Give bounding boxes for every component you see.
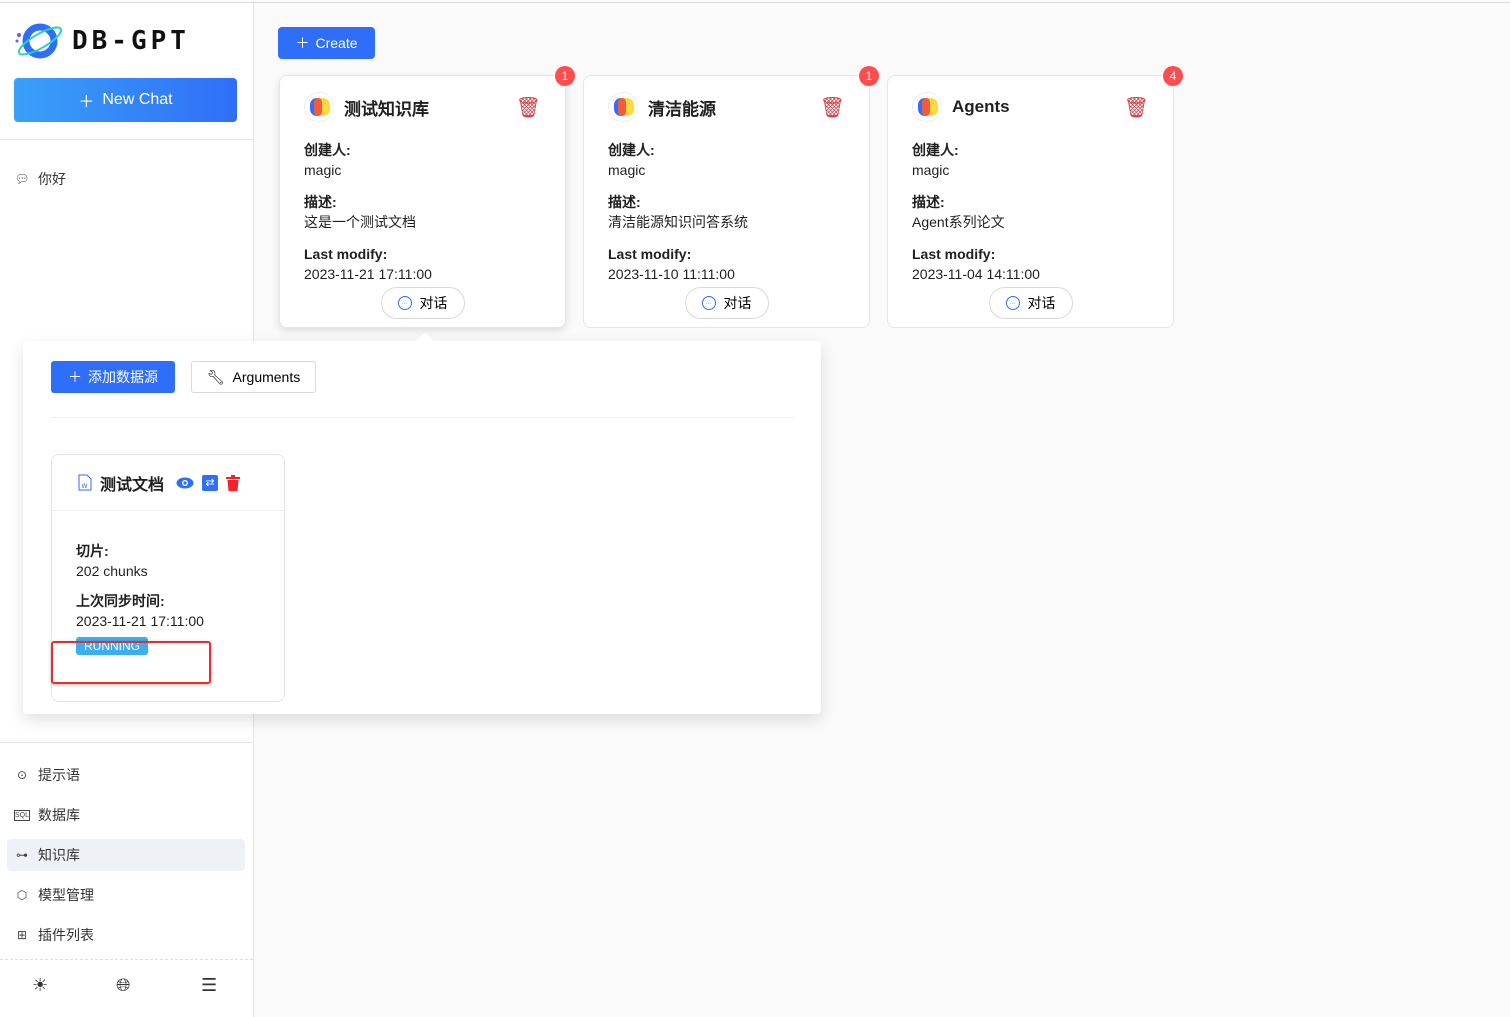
card-title: Agents (952, 97, 1010, 116)
nav-item-prompts[interactable]: ⊙ 提示语 (7, 759, 245, 791)
nav-item-knowledge[interactable]: ⊶ 知识库 (7, 839, 245, 871)
divider (0, 742, 253, 743)
menu-fold-icon[interactable]: ☰ (201, 975, 217, 996)
nav-item-plugins[interactable]: ⊞ 插件列表 (7, 919, 245, 951)
desc-label: 描述: (912, 194, 945, 210)
chat-button[interactable]: ··· 对话 (684, 287, 769, 319)
create-label: Create (315, 35, 358, 51)
desc-value: 清洁能源知识问答系统 (608, 214, 748, 230)
chunks-label: 切片: (76, 543, 109, 559)
trash-icon[interactable]: 🗑︎ (516, 95, 541, 120)
svg-text:W: W (82, 483, 88, 490)
nav-item-models[interactable]: ⬡ 模型管理 (7, 879, 245, 911)
knowledge-popover: ＋ 添加数据源 🔧︎ Arguments W 测试文档 ⇄ 切片: 202 chun… (23, 332, 821, 714)
logo: DB-GPT (14, 21, 190, 61)
divider (0, 139, 253, 140)
globe-icon[interactable]: 🌐︎ (116, 975, 130, 996)
creator-label: 创建人: (608, 142, 655, 158)
modify-label: Last modify: (304, 246, 388, 262)
modify-value: 2023-11-21 17:11:00 (304, 266, 432, 282)
trash-icon[interactable]: 🗑︎ (1124, 95, 1149, 120)
chat-icon: ··· (1005, 296, 1020, 310)
modify-value: 2023-11-04 14:11:00 (912, 266, 1040, 282)
popover-arrow (416, 332, 434, 350)
chat-label: 对话 (419, 295, 448, 311)
desc-value: 这是一个测试文档 (304, 214, 416, 230)
chat-icon: ⊙ (16, 768, 28, 782)
nav-label: 插件列表 (38, 927, 94, 943)
eye-icon[interactable] (176, 477, 194, 489)
knowledge-base-icon (304, 92, 334, 122)
count-badge: 1 (555, 66, 575, 86)
wrench-icon: 🔧︎ (206, 368, 225, 385)
plus-icon: ＋ (78, 94, 95, 111)
plus-icon: ＋ (68, 369, 82, 385)
plugin-icon: ⊞ (16, 928, 28, 942)
modify-value: 2023-11-10 11:11:00 (608, 266, 735, 282)
word-file-icon: W (78, 474, 92, 491)
chat-icon: 💬︎ (14, 172, 30, 186)
nav-label: 提示语 (38, 767, 80, 783)
create-button[interactable]: ＋ Create (278, 27, 375, 59)
nav-item-database[interactable]: SQL 数据库 (7, 799, 245, 831)
modify-label: Last modify: (608, 246, 692, 262)
sql-icon: SQL (14, 809, 30, 821)
add-datasource-button[interactable]: ＋ 添加数据源 (51, 361, 175, 393)
nav-label: 模型管理 (38, 887, 94, 903)
arguments-button[interactable]: 🔧︎ Arguments (191, 361, 316, 393)
count-badge: 4 (1163, 66, 1183, 86)
plus-icon: ＋ (295, 35, 310, 51)
creator-value: magic (304, 162, 342, 178)
cube-icon: ⬡ (16, 888, 28, 902)
divider (51, 417, 793, 418)
creator-value: magic (912, 162, 950, 178)
creator-label: 创建人: (912, 142, 959, 158)
chat-button[interactable]: ··· 对话 (988, 287, 1073, 319)
knowledge-card[interactable]: 4 Agents 🗑︎ 创建人: magic 描述: Agent系列论文 Las… (887, 66, 1183, 328)
delete-icon[interactable] (226, 474, 241, 491)
chat-label: 对话 (1027, 295, 1056, 311)
nav-label: 数据库 (38, 807, 80, 823)
knowledge-card[interactable]: 1 测试知识库 🗑︎ 创建人: magic 描述: 这是一个测试文档 Last … (279, 66, 575, 328)
chat-button[interactable]: ··· 对话 (380, 287, 465, 319)
nav-label: 知识库 (38, 847, 80, 863)
sync-value: 2023-11-21 17:11:00 (76, 613, 204, 629)
chat-icon: ··· (701, 296, 716, 310)
document-card: W 测试文档 ⇄ 切片: 202 chunks 上次同步时间: 2023-11-… (51, 454, 285, 702)
card-title: 测试知识库 (344, 99, 429, 119)
modify-label: Last modify: (912, 246, 996, 262)
arguments-label: Arguments (232, 369, 301, 385)
chat-icon: ··· (397, 296, 412, 310)
new-chat-label: New Chat (102, 91, 173, 108)
count-badge: 1 (859, 66, 879, 86)
desc-value: Agent系列论文 (912, 214, 1005, 230)
knowledge-icon: ⊶ (16, 848, 28, 862)
add-datasource-label: 添加数据源 (88, 369, 158, 385)
new-chat-button[interactable]: ＋ New Chat (14, 78, 237, 122)
history-item[interactable]: 💬︎ 你好 (7, 163, 245, 195)
sync-label: 上次同步时间: (76, 593, 165, 609)
creator-value: magic (608, 162, 646, 178)
knowledge-card[interactable]: 1 清洁能源 🗑︎ 创建人: magic 描述: 清洁能源知识问答系统 Last… (583, 66, 879, 328)
trash-icon[interactable]: 🗑︎ (820, 95, 845, 120)
desc-label: 描述: (608, 194, 641, 210)
highlight-box (51, 641, 211, 684)
document-title: 测试文档 (100, 476, 165, 494)
logo-icon (15, 23, 63, 59)
knowledge-base-icon (608, 92, 638, 122)
sync-icon[interactable]: ⇄ (202, 474, 219, 491)
logo-text: DB-GPT (72, 26, 190, 56)
desc-label: 描述: (304, 194, 337, 210)
card-title: 清洁能源 (648, 99, 716, 119)
knowledge-base-icon (912, 92, 942, 122)
divider (0, 959, 253, 960)
creator-label: 创建人: (304, 142, 351, 158)
sun-icon[interactable]: ☀ (32, 975, 48, 996)
history-label: 你好 (38, 171, 66, 187)
chat-label: 对话 (723, 295, 752, 311)
chunks-value: 202 chunks (76, 563, 148, 579)
